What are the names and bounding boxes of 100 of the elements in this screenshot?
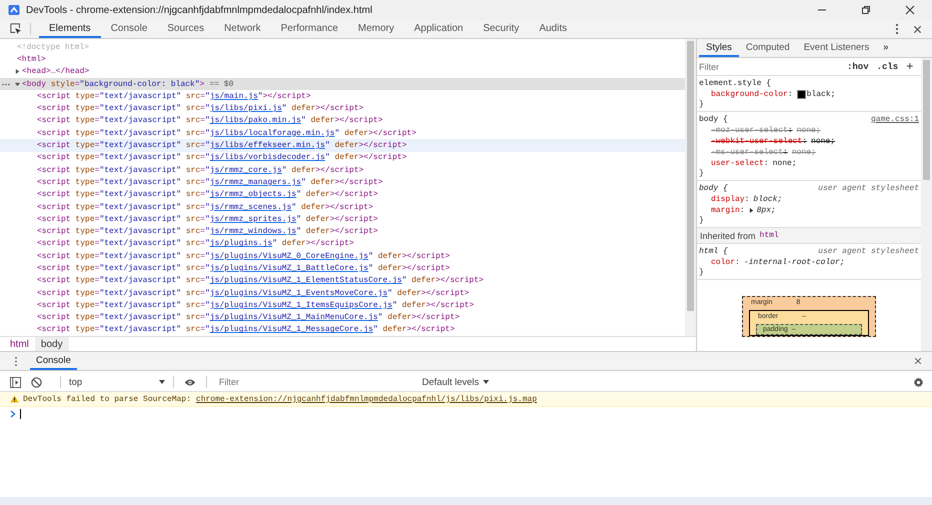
css-property: -ms-user-select: [711, 147, 784, 158]
code-text: " defer></script>: [301, 116, 383, 126]
code-text: <script type="text/javascript" src=": [37, 190, 210, 200]
window-title: DevTools - chrome-extension://njgcanhfjdabfmnlmpmdedalocpafnhl/index.html: [26, 4, 372, 16]
css-selector: body {: [699, 114, 728, 125]
file-link[interactable]: js/main.js: [210, 92, 258, 101]
filter-field[interactable]: Filter: [215, 375, 414, 389]
css-value: none;: [811, 136, 836, 147]
color-swatch[interactable]: [796, 90, 806, 99]
inherited-label: Inherited from: [700, 230, 756, 240]
close-icon[interactable]: [905, 5, 915, 15]
closing-brace: }: [699, 268, 705, 278]
element-link[interactable]: html: [760, 231, 779, 240]
panel-tab[interactable]: Network: [214, 20, 271, 38]
triangle-right-icon[interactable]: [748, 208, 754, 213]
file-link[interactable]: js/plugins/VisuMZ_0_CoreEngine.js: [210, 252, 368, 261]
close-icon[interactable]: [913, 24, 922, 34]
panel-tab[interactable]: Audits: [529, 20, 577, 38]
file-link[interactable]: js/plugins/VisuMZ_1_ElementStatusCore.js: [210, 276, 402, 286]
kebab-menu-icon[interactable]: [895, 23, 899, 35]
clear-icon[interactable]: [31, 376, 42, 388]
code-line[interactable]: <html>: [17, 54, 46, 64]
code-text: <script type="text/javascript" src=": [37, 264, 210, 273]
file-link[interactable]: js/libs/localforage.min.js: [210, 128, 335, 138]
css-colon: :: [788, 125, 793, 136]
pane-tab[interactable]: Event Listeners: [796, 39, 876, 57]
code-line[interactable]: <head>…</head>: [22, 67, 90, 76]
code-text: " defer></script>: [325, 153, 407, 162]
panel-tab[interactable]: Elements: [39, 20, 101, 38]
file-link[interactable]: js/plugins/VisuMZ_1_ItemsEquipsCore.js: [210, 300, 392, 310]
inspect-icon[interactable]: [10, 23, 22, 35]
file-link[interactable]: js/libs/pixi.js: [210, 104, 282, 114]
code-text: <script type="text/javascript" src=": [37, 276, 210, 286]
class-button[interactable]: .cls: [876, 62, 898, 72]
eye-icon[interactable]: [184, 378, 196, 386]
levels-dropdown[interactable]: Default levels: [422, 376, 490, 388]
code-text: " defer></script>: [402, 276, 484, 286]
sidebar-toggle-icon[interactable]: [10, 376, 21, 388]
file-link[interactable]: js/plugins/VisuMZ_1_MainMenuCore.js: [210, 313, 378, 322]
css-value: 8px;: [756, 205, 776, 216]
prompt-chevron-icon: [10, 410, 16, 418]
triangle-right-icon[interactable]: [15, 69, 20, 74]
file-link[interactable]: js/rmmz_core.js: [210, 166, 282, 175]
css-property: user-select: [711, 158, 764, 169]
code-text: <script type="text/javascript" src=": [37, 252, 210, 261]
breadcrumb[interactable]: body: [34, 337, 69, 351]
file-link[interactable]: js/rmmz_managers.js: [210, 178, 302, 187]
file-link[interactable]: js/rmmz_sprites.js: [210, 214, 296, 224]
code-line[interactable]: <body style="background-color: black">: [22, 80, 204, 89]
kebab-menu-icon[interactable]: [14, 356, 18, 366]
settings-icon[interactable]: [913, 376, 924, 388]
file-link[interactable]: js/plugins/VisuMZ_1_EventsMoveCore.js: [210, 288, 388, 298]
panel-tab[interactable]: Console: [100, 20, 158, 38]
panel-tab[interactable]: Application: [404, 20, 474, 38]
restore-icon[interactable]: [861, 5, 871, 15]
panel-tab[interactable]: Performance: [270, 20, 348, 38]
hover-state-button[interactable]: :hov: [847, 62, 869, 72]
css-colon: :: [802, 136, 808, 147]
pane-tab[interactable]: Computed: [738, 39, 797, 57]
close-icon[interactable]: [914, 357, 922, 365]
file-link[interactable]: js/libs/vorbisdecoder.js: [210, 153, 326, 162]
context-dropdown[interactable]: top: [69, 376, 165, 388]
code-text: " defer></script>: [282, 166, 364, 175]
ellipsis-icon[interactable]: [2, 82, 10, 86]
caret-icon: [159, 379, 165, 385]
filter-field[interactable]: Filter: [699, 60, 839, 74]
panel-tab[interactable]: Memory: [348, 20, 404, 38]
css-value: none;: [792, 147, 816, 158]
css-colon: :: [744, 194, 750, 205]
code-line: <!doctype html>: [17, 42, 90, 52]
source-map-link[interactable]: chrome-extension://njgcanhfjdabfmnlmpmdedalocpafnhl/js/libs/pixi.js.map: [196, 394, 537, 404]
drawer-tab[interactable]: Console: [30, 352, 77, 370]
css-value: none;: [796, 125, 821, 136]
file-link[interactable]: js/rmmz_windows.js: [210, 227, 296, 236]
scrollbar[interactable]: [685, 39, 696, 336]
file-link[interactable]: js/rmmz_scenes.js: [210, 202, 292, 212]
source-label: user agent stylesheet: [818, 246, 919, 257]
file-link[interactable]: js/rmmz_objects.js: [210, 190, 296, 200]
text-cursor: [20, 409, 21, 419]
code-text: <script type="text/javascript" src=": [37, 178, 210, 187]
panel-tab[interactable]: Security: [473, 20, 530, 38]
code-text: " defer></script>: [388, 288, 470, 298]
css-selector: element.style {: [699, 78, 772, 89]
breadcrumb[interactable]: html: [4, 337, 35, 351]
code-text: <script type="text/javascript" src=": [37, 166, 210, 175]
code-text: " defer></script>: [325, 141, 407, 150]
panel-tab[interactable]: Sources: [157, 20, 214, 38]
css-value: -internal-root-color;: [744, 257, 845, 268]
pane-tab[interactable]: Styles: [699, 39, 739, 57]
css-value: black;: [806, 89, 836, 100]
triangle-down-icon[interactable]: [15, 82, 20, 87]
source-link[interactable]: game.css:1: [870, 114, 919, 125]
file-link[interactable]: js/libs/effekseer.min.js: [210, 141, 326, 150]
code-text: " defer></script>: [334, 128, 416, 138]
more-tabs-button[interactable]: »: [876, 39, 896, 57]
code-text: " defer></script>: [392, 300, 474, 310]
scrollbar[interactable]: [921, 58, 932, 351]
file-link[interactable]: js/plugins/VisuMZ_1_BattleCore.js: [210, 264, 368, 273]
warning-message: DevTools failed to parse SourceMap:: [23, 394, 192, 404]
new-rule-button[interactable]: +: [906, 60, 914, 74]
